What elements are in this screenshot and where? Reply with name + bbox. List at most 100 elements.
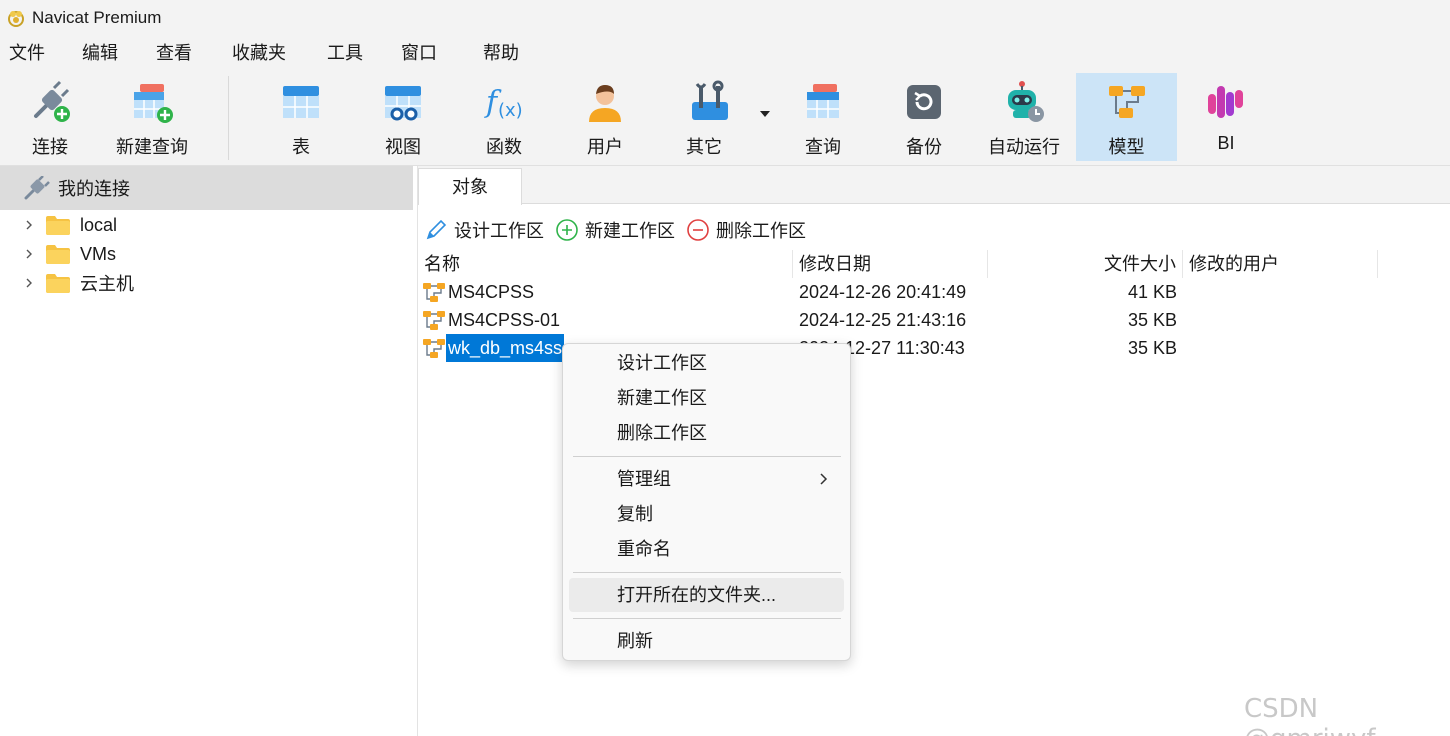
row-name: MS4CPSS <box>448 282 535 302</box>
tools-icon <box>692 80 728 120</box>
function-icon: f (x) <box>484 85 523 121</box>
ctx-new-workspace[interactable]: 新建工作区 <box>569 381 844 415</box>
ctx-design-workspace[interactable]: 设计工作区 <box>569 346 844 380</box>
column-modified-user[interactable]: 修改的用户 <box>1183 250 1378 278</box>
ctx-separator <box>573 572 841 573</box>
tree-item-label: VMs <box>80 243 116 264</box>
add-circle-icon <box>556 219 578 241</box>
menu-file[interactable]: 文件 <box>5 36 49 70</box>
model-label: 模型 <box>1108 137 1145 157</box>
model-button[interactable]: 模型 <box>1076 73 1177 161</box>
other-label: 其它 <box>686 137 722 157</box>
new-workspace-label: 新建工作区 <box>585 221 675 241</box>
tree-item-vms[interactable]: VMs <box>0 239 116 269</box>
workspace-actions: 设计工作区 新建工作区 删除工作区 <box>418 212 1450 248</box>
context-menu: 设计工作区 新建工作区 删除工作区 管理组 复制 重命名 打开所在的文件夹...… <box>562 343 851 661</box>
row-date: 2024-12-26 20:41:49 <box>799 282 967 302</box>
table-header: 名称 修改日期 文件大小 修改的用户 <box>418 250 1450 278</box>
row-size: 35 KB <box>1127 310 1177 330</box>
model-icon <box>1108 86 1145 118</box>
view-button[interactable]: 视图 <box>355 73 451 161</box>
plug-icon <box>24 176 50 200</box>
menu-bar: 文件 编辑 查看 收藏夹 工具 窗口 帮助 <box>0 36 1450 70</box>
menu-view[interactable]: 查看 <box>152 36 196 70</box>
other-dropdown-caret-icon[interactable] <box>760 111 770 117</box>
ctx-separator <box>573 456 841 457</box>
function-label: 函数 <box>486 137 522 157</box>
remove-circle-icon <box>687 219 709 241</box>
menu-tools[interactable]: 工具 <box>323 36 367 70</box>
ctx-manage-group[interactable]: 管理组 <box>569 462 844 496</box>
user-button[interactable]: 用户 <box>557 73 653 161</box>
chevron-right-icon[interactable] <box>24 278 34 288</box>
ctx-copy[interactable]: 复制 <box>569 497 844 531</box>
query-label: 查询 <box>805 137 841 157</box>
automation-label: 自动运行 <box>988 137 1060 157</box>
tree-item-label: local <box>80 214 118 235</box>
ctx-separator <box>573 618 841 619</box>
ctx-manage-group-label: 管理组 <box>617 469 671 489</box>
backup-button[interactable]: 备份 <box>876 73 972 161</box>
query-button[interactable]: 查询 <box>775 73 871 161</box>
navicat-logo-icon <box>8 11 24 27</box>
ctx-refresh[interactable]: 刷新 <box>569 624 844 658</box>
plug-add-icon <box>34 80 70 122</box>
column-file-size[interactable]: 文件大小 <box>988 250 1183 278</box>
new-query-button[interactable]: 新建查询 <box>104 73 200 161</box>
table-row[interactable]: MS4CPSS 2024-12-26 20:41:49 41 KB <box>418 278 1450 306</box>
menu-edit[interactable]: 编辑 <box>78 36 122 70</box>
my-connections-label: 我的连接 <box>58 179 130 199</box>
model-file-icon <box>423 311 445 330</box>
function-button[interactable]: f (x) 函数 <box>456 73 552 161</box>
table-button[interactable]: 表 <box>253 73 349 161</box>
main-toolbar: 连接 新建查询 表 视图 f (x) 函数 用户 其它 查询 备份 自动运行 模… <box>0 70 1450 166</box>
robot-icon <box>1008 81 1044 122</box>
model-file-icon <box>423 339 445 358</box>
backup-label: 备份 <box>906 137 942 157</box>
user-icon <box>589 85 621 122</box>
row-name: wk_db_ms4ss <box>446 334 565 362</box>
delete-workspace-label: 删除工作区 <box>716 221 806 241</box>
tree-item-cloud-host[interactable]: 云主机 <box>0 268 134 298</box>
folder-icon <box>46 244 70 264</box>
chevron-right-icon <box>820 473 828 485</box>
automation-button[interactable]: 自动运行 <box>976 73 1072 161</box>
menu-help[interactable]: 帮助 <box>479 36 523 70</box>
window-title: Navicat Premium <box>32 8 162 27</box>
tree-item-local[interactable]: local <box>0 210 117 240</box>
model-file-icon <box>423 283 445 302</box>
ctx-delete-workspace[interactable]: 删除工作区 <box>569 416 844 450</box>
delete-workspace-button[interactable]: 删除工作区 <box>686 212 806 248</box>
my-connections-header[interactable]: 我的连接 <box>0 166 413 210</box>
title-bar: Navicat Premium <box>0 0 1450 36</box>
design-workspace-label: 设计工作区 <box>454 221 544 241</box>
column-name[interactable]: 名称 <box>418 250 793 278</box>
connect-button[interactable]: 连接 <box>2 73 98 161</box>
ctx-rename[interactable]: 重命名 <box>569 532 844 566</box>
column-modified-date[interactable]: 修改日期 <box>793 250 988 278</box>
design-workspace-button[interactable]: 设计工作区 <box>424 212 544 248</box>
new-workspace-button[interactable]: 新建工作区 <box>555 212 675 248</box>
ctx-open-containing-folder[interactable]: 打开所在的文件夹... <box>569 578 844 612</box>
menu-favorites[interactable]: 收藏夹 <box>228 36 290 70</box>
row-size: 35 KB <box>1127 338 1177 358</box>
query-icon <box>807 84 839 118</box>
folder-icon <box>46 215 70 235</box>
connect-label: 连接 <box>32 137 68 157</box>
bi-button[interactable]: BI <box>1178 73 1274 161</box>
backup-icon <box>907 85 941 119</box>
table-row[interactable]: MS4CPSS-01 2024-12-25 21:43:16 35 KB <box>418 306 1450 334</box>
chevron-right-icon[interactable] <box>24 249 34 259</box>
tree-item-label: 云主机 <box>80 274 134 294</box>
toolbar-divider <box>228 76 229 160</box>
table-icon <box>283 86 319 118</box>
menu-window[interactable]: 窗口 <box>397 36 441 70</box>
row-size: 41 KB <box>1127 282 1177 302</box>
tab-objects[interactable]: 对象 <box>418 168 522 205</box>
chevron-right-icon[interactable] <box>24 220 34 230</box>
other-button[interactable]: 其它 <box>664 73 764 161</box>
bi-icon <box>1208 86 1243 118</box>
view-icon <box>385 86 421 121</box>
new-query-icon <box>134 84 173 123</box>
folder-icon <box>46 273 70 293</box>
